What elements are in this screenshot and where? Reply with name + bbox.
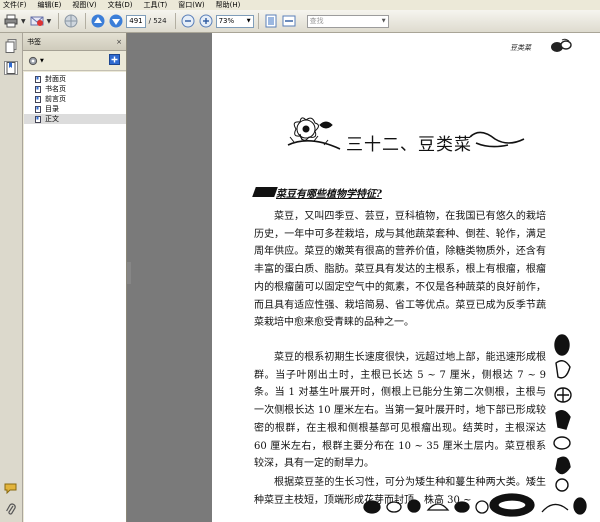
comment-icon — [4, 483, 17, 494]
page-bookmark-icon — [35, 85, 41, 93]
menu-window[interactable]: 窗口(W) — [178, 0, 204, 10]
fit-page-button[interactable] — [263, 13, 279, 29]
chapter-title: 三十二、豆类菜 — [346, 135, 472, 155]
bookmarks-panel: 书签 × ▼ 封面页 书名页 前言页 目录 正文 — [23, 33, 127, 522]
vegetable-border-icon — [363, 493, 587, 517]
bookmark-list: 封面页 书名页 前言页 目录 正文 — [24, 72, 126, 522]
new-bookmark-icon — [109, 53, 120, 65]
page-number-input[interactable]: 491 — [126, 14, 146, 28]
chevron-down-icon[interactable]: ▼ — [47, 18, 52, 25]
zoom-out-button[interactable] — [180, 13, 196, 29]
question-marker — [252, 187, 278, 197]
vegetable-border-icon — [553, 334, 572, 492]
bookmark-item-contents[interactable]: 目录 — [24, 104, 126, 114]
fit-width-icon — [282, 15, 296, 27]
document-gutter — [127, 33, 212, 522]
panel-toolbar: ▼ — [23, 51, 126, 71]
bookmark-item-cover[interactable]: 封面页 — [24, 74, 126, 84]
panel-title: 书签 — [27, 37, 41, 46]
bookmark-item-body[interactable]: 正文 — [24, 114, 126, 124]
bookmark-label: 书名页 — [45, 85, 66, 93]
attachments-panel-button[interactable] — [4, 503, 18, 517]
menu-file[interactable]: 文件(F) — [3, 0, 27, 10]
close-icon[interactable]: × — [115, 38, 123, 46]
email-button[interactable] — [29, 13, 45, 29]
menu-tools[interactable]: 工具(T) — [144, 0, 168, 10]
gear-icon — [28, 56, 38, 65]
zoom-in-button[interactable] — [198, 13, 214, 29]
panel-header: 书签 × — [23, 33, 126, 51]
navigation-rail — [0, 33, 23, 522]
print-button[interactable] — [3, 13, 19, 29]
toolbar-separator — [257, 13, 259, 29]
body-paragraph: 菜豆的根系初期生长速度很快，远超过地上部，能迅速形成根群。当子叶刚出土时，主根已… — [254, 352, 546, 470]
collaborate-button[interactable] — [63, 13, 79, 29]
bookmark-icon — [6, 62, 16, 74]
zoom-select[interactable]: 73% ▼ — [215, 14, 254, 28]
chevron-down-icon: ▼ — [381, 18, 386, 24]
paperclip-icon — [6, 503, 16, 515]
page-bookmark-icon — [35, 95, 41, 103]
fit-page-icon — [265, 14, 277, 28]
chevron-down-icon: ▼ — [40, 57, 44, 64]
chevron-down-icon[interactable]: ▼ — [21, 18, 26, 25]
bookmark-item-title-page[interactable]: 书名页 — [24, 84, 126, 94]
menu-document[interactable]: 文档(D) — [108, 0, 133, 10]
menu-edit[interactable]: 编辑(E) — [38, 0, 62, 10]
pages-icon — [5, 39, 17, 53]
pages-panel-button[interactable] — [4, 39, 18, 53]
toolbar-separator — [85, 13, 87, 29]
document-page[interactable]: 豆类菜 三十二、豆类菜 菜豆有哪些植物学特征? 菜豆，又叫四季豆、芸豆，豆科植物… — [212, 33, 600, 522]
bookmark-label: 正文 — [45, 115, 59, 123]
toolbar-separator — [174, 13, 176, 29]
page-bookmark-icon — [35, 75, 41, 83]
search-input[interactable]: 查找 ▼ — [306, 14, 389, 28]
vegetable-ornament-icon — [551, 38, 572, 52]
menu-view[interactable]: 视图(V) — [72, 0, 96, 10]
next-page-button[interactable] — [108, 13, 124, 29]
running-head: 豆类菜 — [510, 44, 531, 52]
bookmark-item-preface[interactable]: 前言页 — [24, 94, 126, 104]
menu-help[interactable]: 帮助(H) — [216, 0, 241, 10]
zoom-value: 73% — [218, 17, 235, 25]
body-paragraph: 菜豆，又叫四季豆、芸豆，豆科植物，在我国已有悠久的栽培历史，一年中可多茬栽培，成… — [254, 211, 546, 329]
search-placeholder: 查找 — [309, 17, 324, 25]
previous-page-button[interactable] — [90, 13, 106, 29]
chevron-down-icon: ▼ — [246, 18, 251, 24]
question-heading: 菜豆有哪些植物学特征? — [276, 189, 382, 200]
email-icon — [30, 16, 44, 26]
toolbar-separator — [58, 13, 60, 29]
page-bookmark-icon — [35, 105, 41, 113]
options-button[interactable]: ▼ — [28, 56, 44, 66]
comments-panel-button[interactable] — [4, 481, 18, 495]
arrow-up-icon — [91, 14, 105, 28]
zoom-in-icon — [199, 14, 213, 28]
bookmark-label: 封面页 — [45, 75, 66, 83]
globe-icon — [64, 14, 78, 28]
new-bookmark-button[interactable] — [109, 53, 120, 68]
arrow-down-icon — [109, 14, 123, 28]
menu-bar: 文件(F) 编辑(E) 视图(V) 文档(D) 工具(T) 窗口(W) 帮助(H… — [0, 0, 600, 10]
zoom-out-icon — [181, 14, 195, 28]
fit-width-button[interactable] — [281, 13, 297, 29]
page-bookmark-icon — [35, 115, 41, 123]
bookmark-label: 目录 — [45, 105, 59, 113]
page-total: / 524 — [148, 17, 167, 25]
bookmarks-panel-button[interactable] — [4, 61, 18, 75]
toolbar: ▼ ▼ 491 / 524 73% ▼ 查找 ▼ — [0, 10, 600, 33]
bookmark-label: 前言页 — [45, 95, 66, 103]
printer-icon — [4, 14, 18, 28]
panel-resize-handle[interactable] — [127, 262, 131, 284]
